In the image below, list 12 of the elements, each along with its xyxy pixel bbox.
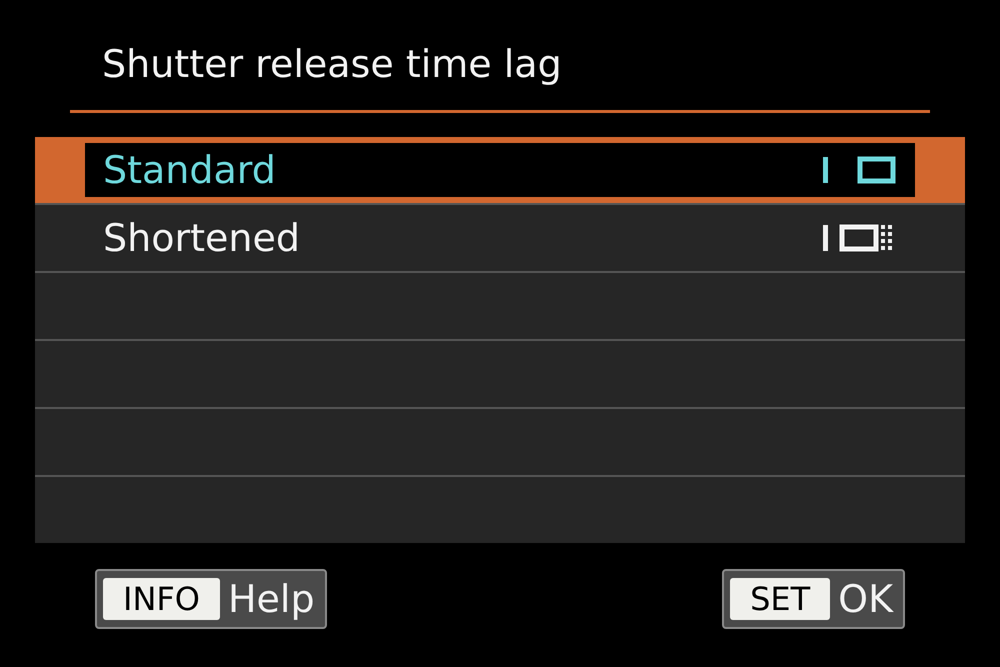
menu-option[interactable]: Shortened bbox=[35, 205, 965, 271]
action-label: Help bbox=[228, 576, 316, 623]
menu-option[interactable]: Standard bbox=[35, 137, 965, 203]
single-shot-icon bbox=[821, 155, 897, 185]
footer-button[interactable]: INFO Help bbox=[95, 569, 327, 629]
menu-title: Shutter release time lag bbox=[101, 41, 563, 88]
option-label: Standard bbox=[103, 146, 276, 194]
action-label: OK bbox=[838, 576, 895, 623]
option-label: Shortened bbox=[103, 214, 300, 262]
footer-button[interactable]: SET OK bbox=[722, 569, 905, 629]
key-label: SET bbox=[730, 578, 830, 620]
key-label: INFO bbox=[103, 578, 220, 620]
